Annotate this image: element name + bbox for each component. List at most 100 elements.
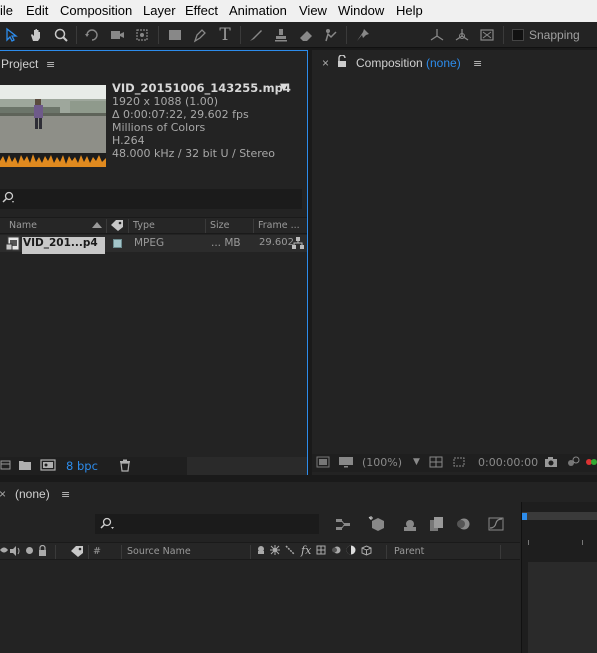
- local-axis-icon[interactable]: [427, 25, 447, 45]
- close-timeline-tab-icon[interactable]: ×: [0, 487, 6, 501]
- puppet-pin-tool-icon[interactable]: [353, 25, 373, 45]
- column-source-name[interactable]: Source Name: [127, 546, 191, 557]
- column-size[interactable]: Size: [210, 220, 230, 231]
- rotation-tool-icon[interactable]: [82, 25, 102, 45]
- menu-view[interactable]: View: [299, 3, 327, 18]
- timeline-panel-menu-icon[interactable]: ≡: [61, 488, 70, 501]
- composition-viewer[interactable]: [312, 74, 597, 454]
- project-footer: 8 bpc: [0, 457, 307, 475]
- motion-blur-icon[interactable]: [455, 517, 471, 534]
- label-column-icon[interactable]: [110, 219, 124, 234]
- monitor-icon[interactable]: [338, 456, 354, 471]
- snapping-checkbox[interactable]: [512, 29, 524, 41]
- comp-mini-flowchart-icon[interactable]: [335, 517, 351, 534]
- new-folder-icon[interactable]: [18, 459, 32, 474]
- world-axis-icon[interactable]: [452, 25, 472, 45]
- search-icon: [99, 517, 117, 534]
- footage-dropdown-icon[interactable]: ▼: [280, 81, 288, 94]
- lock-icon[interactable]: [38, 544, 47, 559]
- selection-tool-icon[interactable]: [1, 25, 21, 45]
- motion-blur-switch-icon[interactable]: [331, 545, 341, 558]
- always-preview-icon[interactable]: [316, 456, 330, 471]
- tab-composition[interactable]: Composition: [356, 56, 423, 70]
- menu-window[interactable]: Window: [338, 3, 384, 18]
- footage-info: VID_20151006_143255.mp4 ▼ 1920 x 1088 (1…: [112, 81, 291, 161]
- menu-edit[interactable]: Edit: [26, 3, 48, 18]
- effect-switch-icon[interactable]: fx: [301, 544, 311, 557]
- brush-tool-icon[interactable]: [246, 25, 266, 45]
- menu-animation[interactable]: Animation: [229, 3, 287, 18]
- row-name[interactable]: VID_201...p4: [22, 237, 105, 254]
- flowchart-icon[interactable]: [291, 236, 305, 253]
- lock-icon[interactable]: [337, 54, 347, 71]
- timeline-search-input[interactable]: [95, 514, 319, 534]
- show-channel-icon[interactable]: [567, 456, 581, 471]
- region-of-interest-icon[interactable]: [452, 456, 466, 471]
- clone-stamp-tool-icon[interactable]: [271, 25, 291, 45]
- draft-3d-icon[interactable]: [368, 515, 386, 534]
- timeline-track-area[interactable]: [528, 562, 597, 653]
- tab-timeline[interactable]: (none): [15, 487, 50, 501]
- hand-tool-icon[interactable]: [26, 25, 46, 45]
- label-color-swatch[interactable]: [113, 239, 122, 248]
- pan-behind-tool-icon[interactable]: [132, 25, 152, 45]
- frame-blending-icon[interactable]: [429, 516, 445, 535]
- pen-tool-icon[interactable]: [190, 25, 210, 45]
- rectangle-tool-icon[interactable]: [165, 25, 185, 45]
- project-bit-depth[interactable]: 8 bpc: [66, 459, 98, 473]
- view-axis-icon[interactable]: [477, 25, 497, 45]
- grid-icon[interactable]: [429, 456, 443, 471]
- project-footer-scrollbar[interactable]: [187, 457, 307, 475]
- menu-file[interactable]: ile: [0, 3, 13, 18]
- shy-layers-icon[interactable]: [402, 518, 418, 535]
- magnification-dropdown[interactable]: (100%): [362, 456, 402, 469]
- column-layer-number[interactable]: #: [93, 546, 101, 557]
- close-comp-tab-icon[interactable]: ×: [322, 56, 329, 70]
- column-type[interactable]: Type: [133, 220, 155, 231]
- zoom-tool-icon[interactable]: [51, 25, 71, 45]
- footage-filename: VID_20151006_143255.mp4: [112, 81, 291, 95]
- project-panel-menu-icon[interactable]: ≡: [46, 58, 55, 71]
- timeline-column-header: # Source Name fx Parent: [0, 542, 520, 560]
- time-navigator[interactable]: [522, 512, 597, 520]
- video-eye-icon[interactable]: [0, 545, 8, 558]
- collapse-switch-icon[interactable]: [270, 545, 280, 558]
- column-frame-rate[interactable]: Frame ...: [258, 220, 300, 231]
- menu-composition[interactable]: Composition: [60, 3, 132, 18]
- quality-switch-icon[interactable]: [285, 545, 295, 558]
- timeline-graph-area[interactable]: [521, 502, 597, 653]
- solo-icon[interactable]: [26, 547, 33, 554]
- shy-switch-icon[interactable]: [256, 545, 266, 558]
- current-time-display[interactable]: 0:00:00:00: [478, 456, 538, 469]
- color-channels-icon[interactable]: [586, 456, 597, 471]
- work-area-start-handle[interactable]: [522, 513, 527, 520]
- snapshot-icon[interactable]: [544, 456, 558, 471]
- interpret-footage-icon[interactable]: [0, 459, 12, 474]
- camera-tool-icon[interactable]: [107, 25, 127, 45]
- tab-project[interactable]: Project: [1, 57, 38, 71]
- column-name[interactable]: Name: [9, 220, 37, 231]
- menu-effect[interactable]: Effect: [185, 3, 218, 18]
- trash-icon[interactable]: [119, 459, 131, 475]
- adjustment-layer-switch-icon[interactable]: [346, 545, 356, 558]
- menu-help[interactable]: Help: [396, 3, 423, 18]
- roto-brush-tool-icon[interactable]: [321, 25, 341, 45]
- frame-blend-switch-icon[interactable]: [316, 545, 326, 558]
- composition-panel-menu-icon[interactable]: ≡: [473, 57, 482, 70]
- project-search-input[interactable]: [0, 189, 302, 209]
- type-tool-icon[interactable]: T: [215, 25, 235, 45]
- chevron-down-icon[interactable]: ▼: [413, 457, 420, 467]
- label-column-icon[interactable]: [70, 545, 84, 560]
- composition-panel: × Composition (none) ≡ (100%) ▼ 0:00:00:…: [312, 50, 597, 475]
- composition-selector[interactable]: (none): [426, 56, 461, 70]
- 3d-layer-switch-icon[interactable]: [361, 545, 372, 559]
- graph-editor-icon[interactable]: [488, 517, 504, 534]
- table-row[interactable]: VID_201...p4 MPEG ... MB 29.602: [0, 235, 307, 254]
- ruler-tick: [528, 540, 529, 545]
- sort-ascending-icon[interactable]: [92, 221, 102, 232]
- column-parent[interactable]: Parent: [394, 546, 424, 557]
- menu-layer[interactable]: Layer: [143, 3, 176, 18]
- audio-speaker-icon[interactable]: [9, 546, 20, 559]
- eraser-tool-icon[interactable]: [296, 25, 316, 45]
- new-composition-icon[interactable]: [40, 459, 56, 474]
